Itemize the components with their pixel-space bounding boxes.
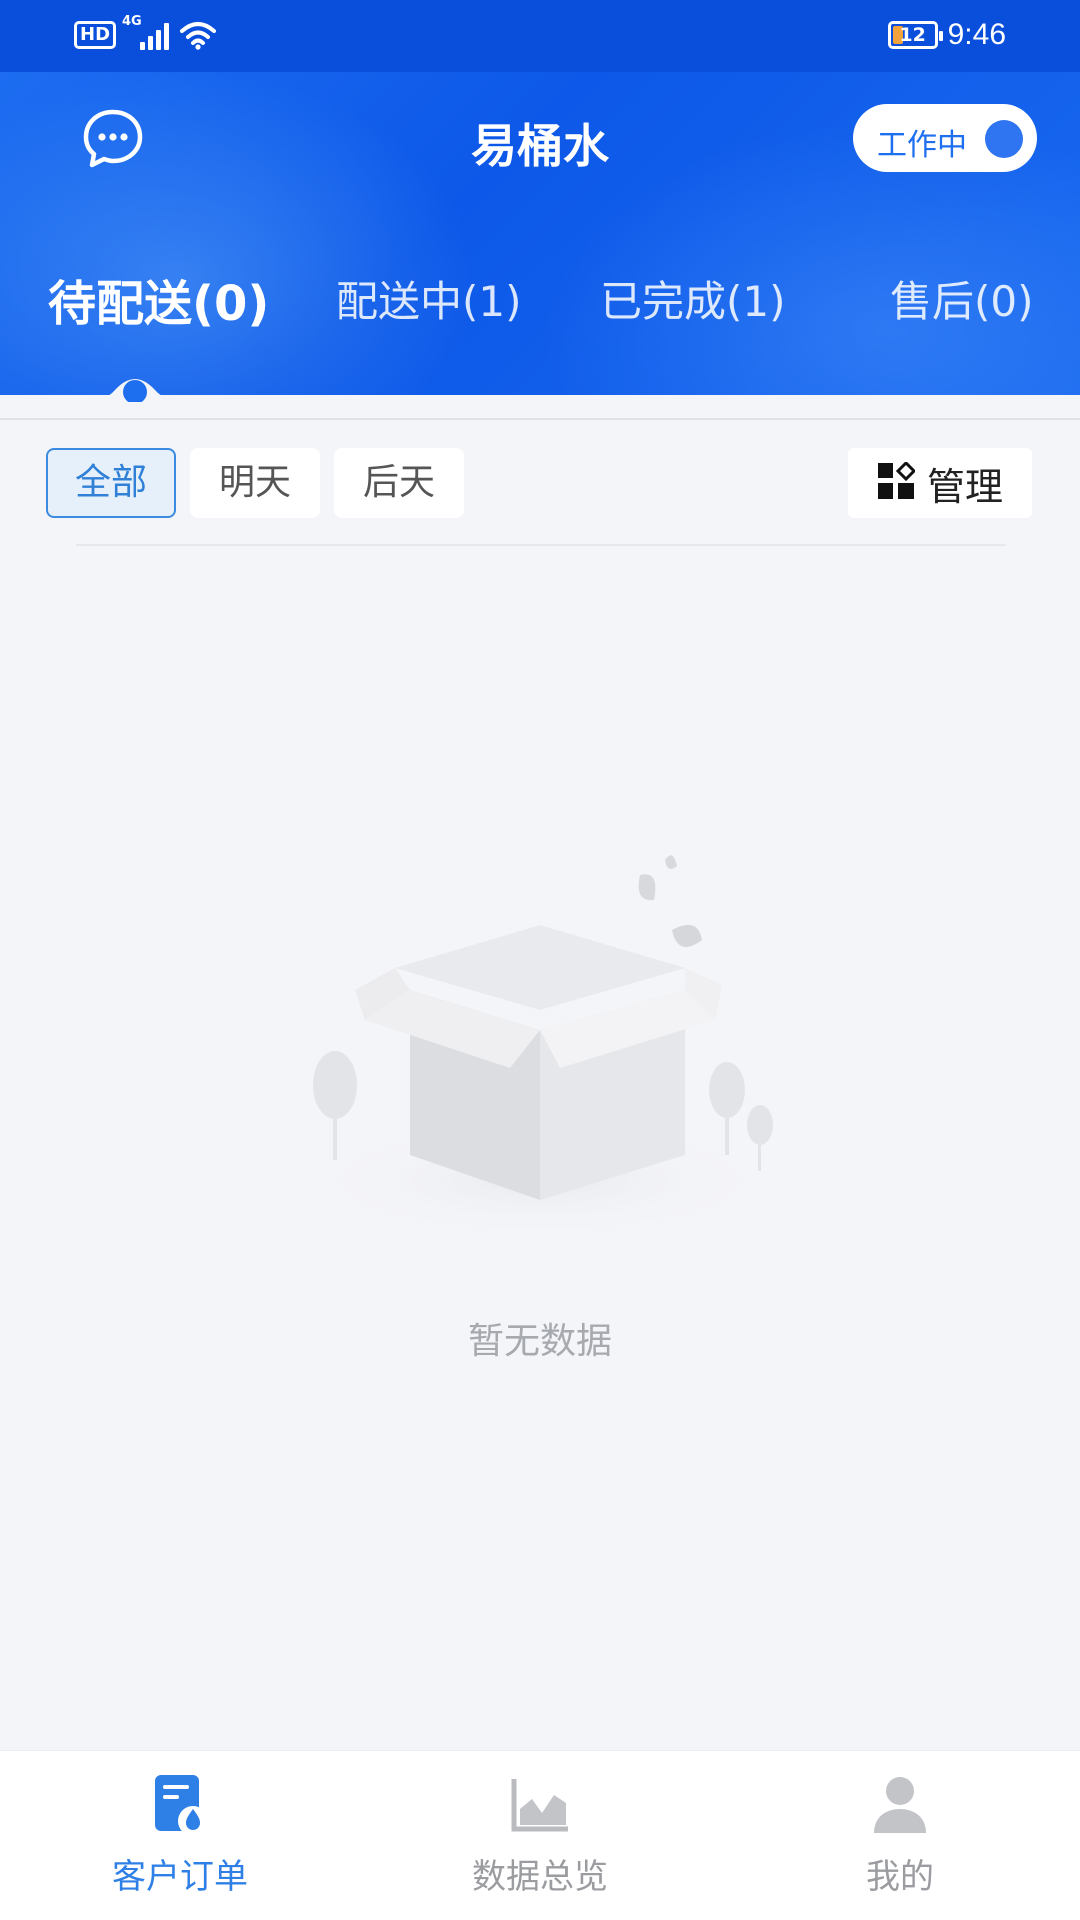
status-bar: HD 4G 12 9:46 (0, 0, 1080, 72)
signal-icon: 4G (122, 14, 170, 50)
tab-indicator (80, 362, 190, 404)
tab-pending-delivery[interactable]: 待配送(0) (48, 264, 269, 334)
filter-tomorrow[interactable]: 明天 (190, 448, 320, 518)
clock: 9:46 (947, 18, 1006, 51)
order-status-tabs: 待配送(0) 配送中(1) 已完成(1) 售后(0) (0, 268, 1080, 332)
hd-badge: HD (74, 21, 117, 49)
status-right: 12 9:46 (887, 18, 1006, 52)
chart-icon (420, 1773, 660, 1837)
status-left: HD 4G (74, 14, 217, 50)
filter-all[interactable]: 全部 (46, 448, 176, 518)
user-icon (780, 1773, 1020, 1837)
nav-label-orders: 客户订单 (112, 1857, 248, 1897)
manage-button[interactable]: 管理 (848, 448, 1032, 518)
manage-label: 管理 (926, 464, 1003, 509)
empty-box-icon (260, 820, 820, 1260)
work-status-label: 工作中 (877, 128, 967, 163)
bottom-nav: 客户订单 数据总览 我的 (0, 1750, 1080, 1920)
work-status-toggle[interactable]: 工作中 (853, 104, 1037, 172)
network-type: 4G (122, 14, 142, 29)
tab-after-sales[interactable]: 售后(0) (890, 268, 1034, 329)
order-icon (60, 1773, 300, 1837)
tab-completed[interactable]: 已完成(1) (600, 268, 786, 329)
battery-level: 12 (899, 24, 926, 46)
grid-manage-icon (877, 460, 917, 504)
nav-customer-orders[interactable]: 客户订单 (60, 1773, 300, 1898)
nav-label-mine: 我的 (866, 1857, 934, 1897)
empty-state-text: 暂无数据 (467, 1321, 612, 1362)
nav-mine[interactable]: 我的 (780, 1773, 1020, 1898)
filter-day-after-tomorrow[interactable]: 后天 (334, 448, 464, 518)
battery-icon: 12 (887, 21, 943, 49)
header-divider (0, 418, 1080, 420)
nav-label-data: 数据总览 (472, 1857, 608, 1897)
header: HD 4G 12 9:46 (0, 0, 1080, 395)
nav-data-overview[interactable]: 数据总览 (420, 1773, 660, 1898)
wifi-icon (179, 20, 217, 50)
toggle-knob (985, 120, 1023, 158)
filter-divider (76, 544, 1006, 546)
tab-delivering[interactable]: 配送中(1) (336, 268, 522, 329)
